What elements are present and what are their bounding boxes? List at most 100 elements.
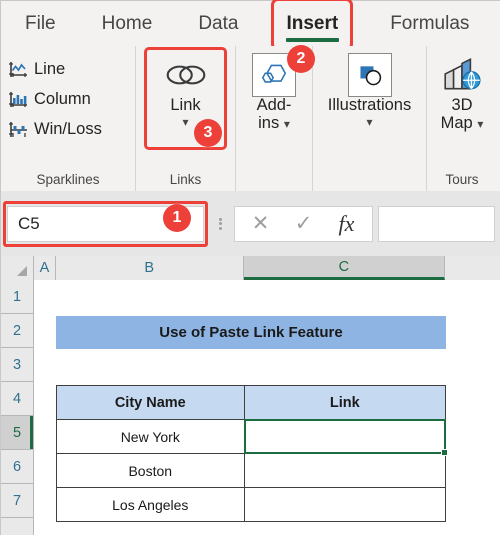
callout-marker-3: 3 (194, 119, 222, 147)
column-header-a-label: A (39, 260, 50, 276)
callout-marker-2: 2 (287, 45, 315, 73)
enter-check-icon[interactable]: ✓ (282, 207, 325, 241)
row-header-5[interactable]: 5 (1, 416, 33, 450)
cell-b6-value: Boston (128, 462, 173, 479)
ribbon: Line Column Win/Loss Sparklines Link ▾ L… (1, 46, 500, 191)
illustrations-button-label: Illustrations (327, 96, 412, 114)
cell-c6-link[interactable] (243, 453, 447, 488)
cell-b6-city[interactable]: Boston (56, 453, 245, 488)
3d-map-label-line2: Map (440, 113, 473, 132)
addins-label-line1: Add- (256, 96, 292, 114)
select-all-corner-button[interactable] (1, 256, 34, 280)
ribbon-tab-strip: File Home Data Insert Formulas (1, 0, 500, 51)
tab-data-label: Data (198, 12, 239, 34)
addins-chevron-down-icon[interactable]: ▾ (284, 117, 290, 131)
3d-map-globe-icon (441, 55, 483, 95)
column-header-c[interactable]: C (243, 256, 446, 280)
row-header-3-label: 3 (12, 356, 22, 373)
formula-input[interactable] (378, 205, 495, 242)
column-header-b[interactable]: B (55, 256, 244, 280)
formula-bar-grip-handle[interactable] (210, 206, 230, 242)
sparkline-winloss-label: Win/Loss (34, 119, 102, 138)
table-header-city-name-label: City Name (114, 394, 186, 411)
row-header-7-label: 7 (12, 492, 22, 509)
illustrations-shapes-icon (347, 53, 392, 97)
table-row: New York (56, 419, 447, 454)
tab-file-label: File (25, 12, 56, 34)
excel-window: File Home Data Insert Formulas 2 Line Co… (0, 0, 500, 535)
ribbon-group-sparklines: Line Column Win/Loss Sparklines (1, 46, 136, 191)
row-header-1-label: 1 (12, 288, 22, 305)
column-header-b-label: B (144, 260, 155, 276)
tab-data[interactable]: Data (192, 9, 244, 39)
name-box-value: C5 (18, 213, 40, 233)
3d-map-button[interactable]: 3D Map ▾ (427, 50, 497, 132)
row-header-1[interactable]: 1 (1, 280, 33, 314)
table-header-link[interactable]: Link (243, 385, 447, 420)
sparkline-line-button[interactable]: Line (8, 54, 135, 84)
tab-file[interactable]: File (19, 9, 62, 39)
table-header-city-name[interactable]: City Name (56, 385, 245, 420)
tab-formulas-label: Formulas (390, 12, 470, 34)
cell-b7-city[interactable]: Los Angeles (56, 487, 245, 522)
row-header-5-label: 5 (12, 424, 22, 441)
callout-marker-3-number: 3 (203, 124, 213, 141)
sparkline-column-label: Column (34, 89, 91, 108)
ribbon-group-tours: 3D Map ▾ Tours (427, 46, 497, 191)
row-header-4-label: 4 (12, 390, 22, 407)
worksheet-cells: Use of Paste Link Feature City Name Link… (35, 280, 500, 535)
column-header-c-label: C (338, 258, 350, 275)
cell-b5-city[interactable]: New York (56, 419, 245, 454)
row-headers: 1 2 3 4 5 6 7 (1, 280, 34, 535)
sparkline-winloss-icon (8, 121, 29, 138)
ribbon-group-links: Link ▾ Links (136, 46, 236, 191)
cell-b7-value: Los Angeles (112, 496, 189, 513)
tab-insert[interactable]: Insert (271, 0, 354, 51)
worksheet-grid: A B C 1 2 3 4 5 6 7 Use of Paste Link Fe… (1, 256, 500, 535)
addins-button-label: Add- ins ▾ (256, 96, 292, 132)
table-row: Los Angeles (56, 487, 447, 522)
row-header-7[interactable]: 7 (1, 484, 33, 518)
row-header-6[interactable]: 6 (1, 450, 33, 484)
title-banner-text: Use of Paste Link Feature (159, 324, 343, 341)
column-header-d[interactable] (445, 256, 500, 280)
callout-marker-1: 1 (163, 204, 191, 232)
ribbon-group-sparklines-label: Sparklines (36, 172, 100, 187)
cell-c7-link[interactable] (243, 487, 447, 522)
table-header-link-label: Link (329, 394, 360, 411)
tab-formulas[interactable]: Formulas (384, 9, 475, 39)
link-button[interactable]: Link ▾ (136, 47, 235, 150)
3d-map-label-line1: 3D (451, 96, 473, 114)
link-button-chevron-down-icon[interactable]: ▾ (182, 116, 188, 128)
sparkline-line-label: Line (34, 59, 66, 78)
table-row: Boston (56, 453, 447, 488)
formula-bar-buttons: ✕ ✓ fx (234, 205, 373, 242)
insert-function-fx-icon[interactable]: fx (325, 207, 368, 241)
cell-c5-link[interactable] (243, 419, 447, 454)
table-header-row: City Name Link (56, 385, 447, 420)
callout-marker-1-number: 1 (172, 209, 182, 226)
tab-home[interactable]: Home (96, 9, 159, 39)
tab-insert-label: Insert (286, 12, 339, 34)
illustrations-button[interactable]: Illustrations ▾ (313, 50, 426, 128)
link-chain-icon (163, 55, 209, 95)
cancel-x-icon[interactable]: ✕ (239, 207, 282, 241)
row-header-6-label: 6 (12, 458, 22, 475)
row-header-4[interactable]: 4 (1, 382, 33, 416)
title-banner-cell[interactable]: Use of Paste Link Feature (56, 316, 446, 349)
3d-map-chevron-down-icon[interactable]: ▾ (477, 117, 483, 131)
sparkline-column-button[interactable]: Column (8, 84, 135, 114)
link-button-label: Link (170, 96, 201, 114)
3d-map-button-label: 3D Map ▾ (440, 96, 484, 132)
row-header-2[interactable]: 2 (1, 314, 33, 348)
sparklines-list: Line Column Win/Loss (1, 50, 135, 144)
row-header-2-label: 2 (12, 322, 22, 339)
tab-home-label: Home (101, 12, 153, 34)
column-header-a[interactable]: A (33, 256, 56, 280)
row-header-3[interactable]: 3 (1, 348, 33, 382)
illustrations-chevron-down-icon[interactable]: ▾ (366, 116, 372, 128)
ribbon-group-illustrations: Illustrations ▾ (313, 46, 427, 191)
sparkline-winloss-button[interactable]: Win/Loss (8, 114, 135, 144)
column-headers: A B C (1, 256, 500, 280)
cell-b5-value: New York (120, 428, 180, 445)
